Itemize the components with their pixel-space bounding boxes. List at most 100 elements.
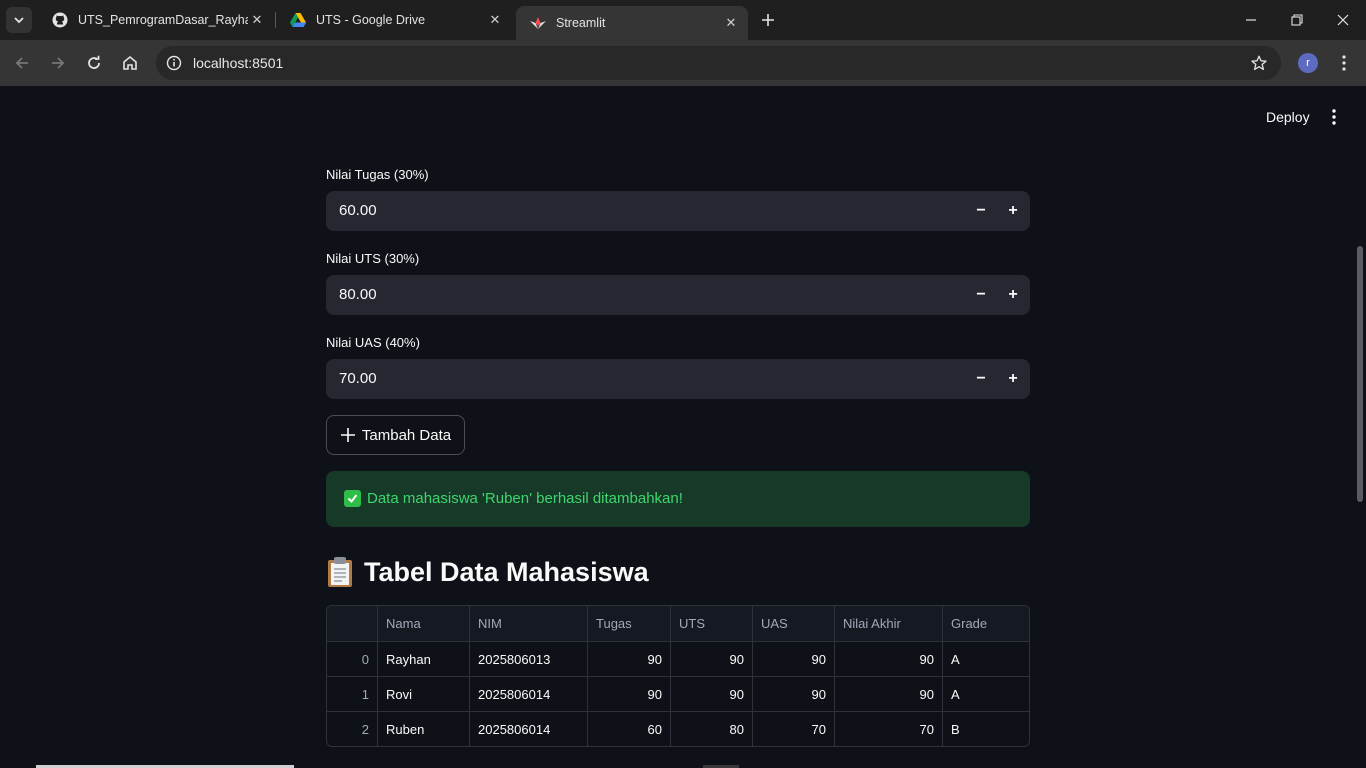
column-header-grade[interactable]: Grade xyxy=(943,606,1029,641)
input-value[interactable]: 70.00 xyxy=(339,370,377,387)
close-window-button[interactable] xyxy=(1320,0,1366,40)
tab-title: UTS_PemrogramDasar_Rayhan- xyxy=(78,13,248,27)
cell-nim[interactable]: 2025806014 xyxy=(470,677,588,711)
data-table[interactable]: Nama NIM Tugas UTS UAS Nilai Akhir Grade… xyxy=(326,605,1030,747)
decrement-button[interactable]: − xyxy=(967,365,995,393)
new-tab-button[interactable] xyxy=(757,9,779,31)
column-header-uas[interactable]: UAS xyxy=(753,606,835,641)
cell-nim[interactable]: 2025806013 xyxy=(470,642,588,676)
input-label-uts: Nilai UTS (30%) xyxy=(326,251,420,266)
deploy-button[interactable]: Deploy xyxy=(1258,105,1318,129)
github-icon xyxy=(52,12,68,28)
address-bar[interactable]: localhost:8501 xyxy=(156,46,1281,80)
cell-tugas[interactable]: 60 xyxy=(588,712,671,746)
cell-uts[interactable]: 90 xyxy=(671,642,753,676)
cell-nim[interactable]: 2025806014 xyxy=(470,712,588,746)
column-header-nim[interactable]: NIM xyxy=(470,606,588,641)
tab-title: Streamlit xyxy=(556,16,606,30)
cell-nilai-akhir[interactable]: 70 xyxy=(835,712,943,746)
arrow-left-icon xyxy=(15,57,28,69)
reload-button[interactable] xyxy=(80,49,108,77)
reload-icon xyxy=(88,55,100,69)
success-alert: Data mahasiswa 'Ruben' berhasil ditambah… xyxy=(326,471,1030,527)
bookmark-star-icon[interactable] xyxy=(1249,53,1269,73)
column-header-tugas[interactable]: Tugas xyxy=(588,606,671,641)
tab-google-drive[interactable]: UTS - Google Drive ✕ xyxy=(276,6,512,34)
app-menu-icon[interactable] xyxy=(1325,106,1343,128)
streamlit-icon xyxy=(530,15,546,31)
cell-uas[interactable]: 90 xyxy=(753,642,835,676)
input-label-tugas: Nilai Tugas (30%) xyxy=(326,167,429,182)
tab-title: UTS - Google Drive xyxy=(316,13,426,27)
profile-avatar[interactable]: r xyxy=(1298,53,1318,73)
row-index: 2 xyxy=(327,712,378,746)
table-heading-text: Tabel Data Mahasiswa xyxy=(364,556,649,587)
close-icon[interactable]: ✕ xyxy=(248,11,266,29)
table-heading: Tabel Data Mahasiswa xyxy=(326,553,649,591)
home-icon xyxy=(123,55,137,70)
site-info-icon[interactable] xyxy=(162,51,186,75)
cell-nilai-akhir[interactable]: 90 xyxy=(835,677,943,711)
table-row[interactable]: 1 Rovi 2025806014 90 90 90 90 A xyxy=(327,677,1029,712)
url-text: localhost:8501 xyxy=(193,55,284,71)
input-value[interactable]: 60.00 xyxy=(339,202,377,219)
home-button[interactable] xyxy=(116,49,144,77)
minimize-button[interactable] xyxy=(1228,0,1274,40)
browser-tabstrip: UTS_PemrogramDasar_Rayhan- ✕ UTS - Googl… xyxy=(0,0,1366,40)
cell-tugas[interactable]: 90 xyxy=(588,642,671,676)
back-button[interactable] xyxy=(8,49,36,77)
number-input-uas[interactable]: 70.00 − + xyxy=(326,359,1030,399)
column-header-index[interactable] xyxy=(327,606,378,641)
close-icon[interactable]: ✕ xyxy=(486,11,504,29)
cell-tugas[interactable]: 90 xyxy=(588,677,671,711)
google-drive-icon xyxy=(290,12,306,28)
arrow-right-icon xyxy=(52,57,65,69)
cell-nama[interactable]: Ruben xyxy=(378,712,470,746)
plus-icon xyxy=(762,14,774,26)
column-header-uts[interactable]: UTS xyxy=(671,606,753,641)
input-value[interactable]: 80.00 xyxy=(339,286,377,303)
browser-menu-icon[interactable] xyxy=(1334,52,1354,74)
increment-button[interactable]: + xyxy=(999,197,1027,225)
page-scrollbar[interactable] xyxy=(1357,246,1363,502)
cell-uts[interactable]: 90 xyxy=(671,677,753,711)
browser-toolbar: localhost:8501 xyxy=(0,40,1366,86)
tab-search-button[interactable] xyxy=(6,7,32,33)
number-input-tugas[interactable]: 60.00 − + xyxy=(326,191,1030,231)
minimize-icon xyxy=(1246,19,1256,21)
clipboard-icon xyxy=(326,556,354,588)
tab-streamlit[interactable]: Streamlit ✕ xyxy=(516,6,748,40)
cell-uas[interactable]: 70 xyxy=(753,712,835,746)
decrement-button[interactable]: − xyxy=(967,281,995,309)
add-data-label: Tambah Data xyxy=(361,426,452,444)
chevron-down-icon xyxy=(14,17,24,24)
table-header-row: Nama NIM Tugas UTS UAS Nilai Akhir Grade xyxy=(327,606,1029,642)
increment-button[interactable]: + xyxy=(999,281,1027,309)
cell-uts[interactable]: 80 xyxy=(671,712,753,746)
cell-nama[interactable]: Rovi xyxy=(378,677,470,711)
restore-button[interactable] xyxy=(1274,0,1320,40)
increment-button[interactable]: + xyxy=(999,365,1027,393)
tab-github[interactable]: UTS_PemrogramDasar_Rayhan- ✕ xyxy=(38,6,274,34)
cell-grade[interactable]: B xyxy=(943,712,1029,746)
plus-icon xyxy=(340,427,356,443)
cell-grade[interactable]: A xyxy=(943,677,1029,711)
check-icon xyxy=(344,490,361,507)
column-header-nama[interactable]: Nama xyxy=(378,606,470,641)
row-index: 0 xyxy=(327,642,378,676)
cell-uas[interactable]: 90 xyxy=(753,677,835,711)
decrement-button[interactable]: − xyxy=(967,197,995,225)
table-row[interactable]: 0 Rayhan 2025806013 90 90 90 90 A xyxy=(327,642,1029,677)
input-label-uas: Nilai UAS (40%) xyxy=(326,335,420,350)
table-row[interactable]: 2 Ruben 2025806014 60 80 70 70 B xyxy=(327,712,1029,746)
forward-button[interactable] xyxy=(44,49,72,77)
number-input-uts[interactable]: 80.00 − + xyxy=(326,275,1030,315)
add-data-button[interactable]: Tambah Data xyxy=(326,415,465,455)
close-icon[interactable]: ✕ xyxy=(722,14,740,32)
cell-nama[interactable]: Rayhan xyxy=(378,642,470,676)
success-message: Data mahasiswa 'Ruben' berhasil ditambah… xyxy=(367,490,683,507)
cell-nilai-akhir[interactable]: 90 xyxy=(835,642,943,676)
cell-grade[interactable]: A xyxy=(943,642,1029,676)
column-header-nilai-akhir[interactable]: Nilai Akhir xyxy=(835,606,943,641)
close-icon xyxy=(1337,14,1349,26)
